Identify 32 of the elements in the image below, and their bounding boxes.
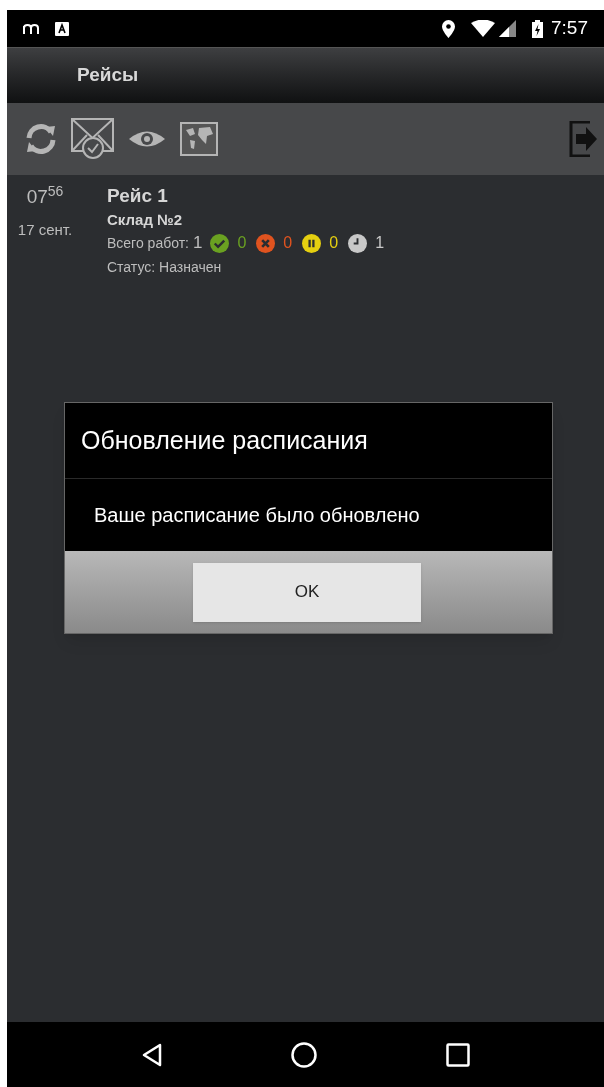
recents-icon[interactable] bbox=[445, 1042, 470, 1067]
count-value: 0 bbox=[329, 233, 339, 253]
dialog-title: Обновление расписания bbox=[65, 403, 552, 479]
clock-icon bbox=[348, 233, 368, 253]
status-time: 7:57 bbox=[551, 16, 588, 41]
map-icon[interactable] bbox=[179, 119, 219, 159]
battery-icon bbox=[532, 19, 543, 38]
cross-icon bbox=[256, 233, 276, 253]
envelope-check-icon[interactable] bbox=[71, 117, 115, 161]
warehouse-name: Склад №2 bbox=[107, 210, 184, 230]
wifi-icon bbox=[471, 20, 495, 37]
notification-icon bbox=[23, 23, 39, 34]
trip-time: 07$^{56}$ bbox=[26, 183, 64, 209]
signal-icon bbox=[499, 20, 516, 37]
location-icon bbox=[442, 19, 455, 38]
trip-status: Статус: Назначен bbox=[107, 258, 223, 277]
trip-date: 17 сент. bbox=[17, 219, 73, 240]
count-value: 0 bbox=[283, 233, 293, 253]
check-icon bbox=[210, 233, 230, 253]
count-value: 0 bbox=[237, 233, 247, 253]
total-count: 1 bbox=[193, 232, 203, 254]
pause-icon bbox=[302, 233, 322, 253]
screen-title: Рейсы bbox=[77, 63, 139, 88]
count-value: 1 bbox=[375, 233, 385, 253]
total-label: Всего работ: bbox=[107, 234, 189, 253]
home-icon[interactable] bbox=[290, 1041, 317, 1068]
trip-title: Рейс 1 bbox=[107, 184, 169, 208]
keyboard-icon bbox=[55, 21, 69, 36]
ok-button[interactable]: OK bbox=[193, 562, 421, 622]
dialog-message: Ваше расписание было обновлено bbox=[93, 503, 421, 528]
trip-row[interactable]: 07$^{56}$ 17 сент. Рейс 1 Склад №2 Всего работ: 1 0 0 0 1 Статус: Назначен bbox=[7, 175, 604, 287]
back-icon[interactable] bbox=[141, 1042, 162, 1067]
